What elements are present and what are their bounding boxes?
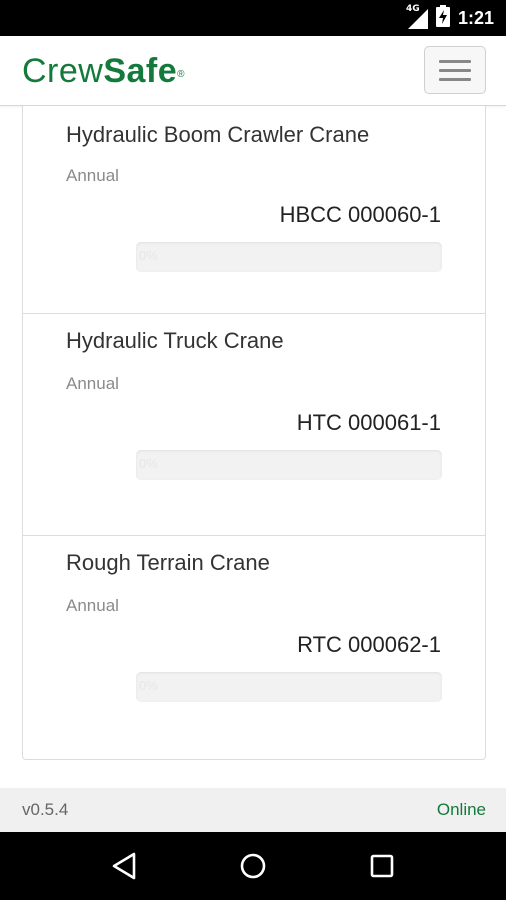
clock: 1:21 bbox=[457, 7, 494, 28]
item-code: RTC 000062-1 bbox=[297, 632, 441, 657]
app-version: v0.5.4 bbox=[22, 800, 69, 819]
logo-crew-text: Crew bbox=[22, 52, 104, 90]
item-code: HBCC 000060-1 bbox=[279, 202, 441, 227]
app-header: CrewSafe® bbox=[0, 36, 506, 106]
hamburger-menu-button[interactable] bbox=[424, 46, 486, 94]
connection-status: Online bbox=[436, 800, 486, 819]
progress-bar: 0% bbox=[136, 450, 442, 480]
item-frequency: Annual bbox=[66, 374, 119, 393]
progress-label: 0% bbox=[139, 456, 158, 471]
back-triangle-icon[interactable] bbox=[111, 852, 137, 880]
progress-bar: 0% bbox=[136, 242, 442, 272]
progress-bar: 0% bbox=[136, 672, 442, 702]
list-item[interactable]: Hydraulic Truck Crane Annual HTC 000061-… bbox=[23, 314, 485, 536]
hamburger-icon-line bbox=[439, 77, 471, 81]
home-circle-icon[interactable] bbox=[239, 852, 267, 880]
list-item[interactable]: Rough Terrain Crane Annual RTC 000062-1 … bbox=[23, 536, 485, 758]
progress-label: 0% bbox=[139, 248, 158, 263]
system-nav-bar bbox=[0, 832, 506, 900]
recents-square-icon[interactable] bbox=[369, 853, 395, 879]
inspection-list: Hydraulic Boom Crawler Crane Annual HBCC… bbox=[22, 106, 486, 760]
battery-icon bbox=[435, 5, 450, 31]
hamburger-icon-line bbox=[439, 68, 471, 72]
item-title: Hydraulic Truck Crane bbox=[66, 328, 284, 353]
item-code: HTC 000061-1 bbox=[296, 410, 441, 435]
item-title: Rough Terrain Crane bbox=[66, 550, 270, 575]
hamburger-icon-line bbox=[439, 59, 471, 63]
list-item[interactable]: Hydraulic Boom Crawler Crane Annual HBCC… bbox=[23, 106, 485, 314]
logo-safe-text: Safe bbox=[103, 52, 178, 90]
network-type: 4G bbox=[405, 4, 420, 14]
cellular-signal-icon: 4G bbox=[405, 4, 428, 29]
registered-mark: ® bbox=[177, 69, 186, 80]
item-title: Hydraulic Boom Crawler Crane bbox=[66, 122, 370, 147]
item-frequency: Annual bbox=[66, 166, 119, 185]
progress-label: 0% bbox=[139, 678, 158, 693]
status-bar: 4G 1:21 bbox=[0, 0, 506, 36]
item-frequency: Annual bbox=[66, 596, 119, 615]
crewsafe-logo[interactable]: CrewSafe® bbox=[22, 52, 185, 90]
footer: v0.5.4 Online bbox=[0, 788, 506, 832]
